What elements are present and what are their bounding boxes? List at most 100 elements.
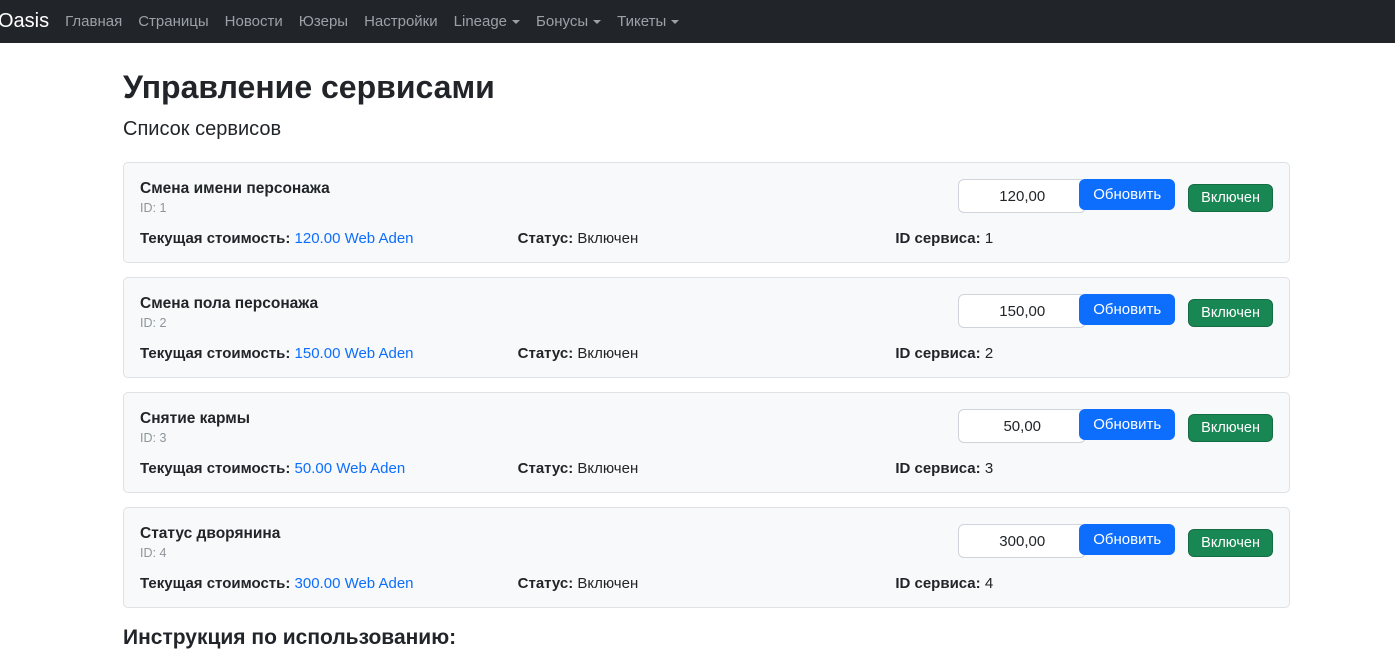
nav-item-users[interactable]: Юзеры	[291, 0, 356, 43]
price-input[interactable]	[958, 524, 1086, 558]
id-prefix-label: ID:	[140, 201, 156, 215]
current-cost: Текущая стоимость: 120.00 Web Aden	[140, 230, 518, 248]
nav-item-news[interactable]: Новости	[217, 0, 291, 43]
service-card: Снятие кармы ID: 3 Обновить Включен Теку…	[123, 392, 1290, 493]
navbar: Oasis Главная Страницы Новости Юзеры Нас…	[0, 0, 1395, 43]
status-toggle-button[interactable]: Включен	[1188, 414, 1273, 442]
service-id-caption: ID: 4	[140, 545, 280, 561]
nav-item-pages[interactable]: Страницы	[130, 0, 216, 43]
nav-dropdown-lineage[interactable]: Lineage	[446, 0, 528, 43]
status-value: Включен	[577, 345, 638, 362]
service-controls: Обновить Включен	[958, 409, 1273, 443]
caret-down-icon	[671, 20, 679, 24]
status-value: Включен	[577, 575, 638, 592]
update-button[interactable]: Обновить	[1079, 179, 1175, 210]
id-prefix-label: ID:	[140, 431, 156, 445]
status-toggle-button[interactable]: Включен	[1188, 529, 1273, 557]
page-title: Управление сервисами	[123, 68, 1290, 106]
id-prefix-label: ID:	[140, 316, 156, 330]
update-button[interactable]: Обновить	[1079, 409, 1175, 440]
nav-item-settings[interactable]: Настройки	[356, 0, 446, 43]
cost-link[interactable]: 150.00 Web Aden	[295, 345, 414, 362]
service-id-caption: ID: 1	[140, 200, 330, 216]
caret-down-icon	[512, 20, 520, 24]
status-text: Статус: Включен	[518, 460, 896, 478]
service-info: Статус дворянина ID: 4	[140, 524, 280, 561]
service-id-text: ID сервиса: 1	[895, 230, 1273, 248]
status-value: Включен	[577, 460, 638, 477]
service-controls: Обновить Включен	[958, 294, 1273, 328]
id-value: 1	[159, 201, 166, 215]
current-cost: Текущая стоимость: 50.00 Web Aden	[140, 460, 518, 478]
service-id-text: ID сервиса: 4	[895, 575, 1273, 593]
nav-item-label: Новости	[225, 13, 283, 30]
cost-link[interactable]: 300.00 Web Aden	[295, 575, 414, 592]
service-id-text: ID сервиса: 2	[895, 345, 1273, 363]
current-cost-label: Текущая стоимость:	[140, 575, 290, 592]
status-label: Статус:	[518, 575, 574, 592]
service-info: Снятие кармы ID: 3	[140, 409, 250, 446]
service-name: Снятие кармы	[140, 409, 250, 428]
nav-item-label: Настройки	[364, 13, 438, 30]
price-input[interactable]	[958, 294, 1086, 328]
nav-item-label: Главная	[65, 13, 122, 30]
service-id-caption: ID: 2	[140, 315, 318, 331]
cost-link[interactable]: 120.00 Web Aden	[295, 230, 414, 247]
nav-item-label: Юзеры	[299, 13, 348, 30]
service-id-label: ID сервиса:	[895, 345, 980, 362]
service-id-label: ID сервиса:	[895, 460, 980, 477]
service-id-value: 2	[985, 345, 993, 362]
service-card: Смена пола персонажа ID: 2 Обновить Вклю…	[123, 277, 1290, 378]
update-button[interactable]: Обновить	[1079, 524, 1175, 555]
status-label: Статус:	[518, 345, 574, 362]
service-controls: Обновить Включен	[958, 524, 1273, 558]
price-input[interactable]	[958, 409, 1086, 443]
current-cost-label: Текущая стоимость:	[140, 230, 290, 247]
page-subtitle: Список сервисов	[123, 116, 1290, 142]
id-value: 3	[159, 431, 166, 445]
id-prefix-label: ID:	[140, 546, 156, 560]
nav-item-home[interactable]: Главная	[57, 0, 130, 43]
status-toggle-button[interactable]: Включен	[1188, 299, 1273, 327]
service-id-label: ID сервиса:	[895, 230, 980, 247]
current-cost-label: Текущая стоимость:	[140, 345, 290, 362]
price-input[interactable]	[958, 179, 1086, 213]
nav-dropdown-tickets[interactable]: Тикеты	[609, 0, 687, 43]
service-id-label: ID сервиса:	[895, 575, 980, 592]
service-id-text: ID сервиса: 3	[895, 460, 1273, 478]
id-value: 4	[159, 546, 166, 560]
cost-link[interactable]: 50.00 Web Aden	[295, 460, 406, 477]
current-cost-label: Текущая стоимость:	[140, 460, 290, 477]
service-info: Смена имени персонажа ID: 1	[140, 179, 330, 216]
service-card: Смена имени персонажа ID: 1 Обновить Вкл…	[123, 162, 1290, 263]
id-value: 2	[159, 316, 166, 330]
status-label: Статус:	[518, 230, 574, 247]
service-name: Смена имени персонажа	[140, 179, 330, 198]
service-controls: Обновить Включен	[958, 179, 1273, 213]
current-cost: Текущая стоимость: 150.00 Web Aden	[140, 345, 518, 363]
caret-down-icon	[593, 20, 601, 24]
main-content: Управление сервисами Список сервисов Сме…	[123, 43, 1290, 651]
nav-item-label: Lineage	[454, 13, 507, 30]
status-label: Статус:	[518, 460, 574, 477]
service-id-caption: ID: 3	[140, 430, 250, 446]
nav-item-label: Бонусы	[536, 13, 588, 30]
service-name: Статус дворянина	[140, 524, 280, 543]
instructions-heading: Инструкция по использованию:	[123, 625, 1290, 651]
service-id-value: 3	[985, 460, 993, 477]
service-id-value: 4	[985, 575, 993, 592]
status-toggle-button[interactable]: Включен	[1188, 184, 1273, 212]
nav-item-label: Тикеты	[617, 13, 666, 30]
status-text: Статус: Включен	[518, 230, 896, 248]
service-card: Статус дворянина ID: 4 Обновить Включен …	[123, 507, 1290, 608]
status-text: Статус: Включен	[518, 345, 896, 363]
service-name: Смена пола персонажа	[140, 294, 318, 313]
service-info: Смена пола персонажа ID: 2	[140, 294, 318, 331]
brand-link[interactable]: Oasis	[0, 0, 49, 43]
nav-dropdown-bonuses[interactable]: Бонусы	[528, 0, 609, 43]
current-cost: Текущая стоимость: 300.00 Web Aden	[140, 575, 518, 593]
update-button[interactable]: Обновить	[1079, 294, 1175, 325]
service-id-value: 1	[985, 230, 993, 247]
nav-menu: Главная Страницы Новости Юзеры Настройки…	[57, 0, 687, 43]
status-value: Включен	[577, 230, 638, 247]
